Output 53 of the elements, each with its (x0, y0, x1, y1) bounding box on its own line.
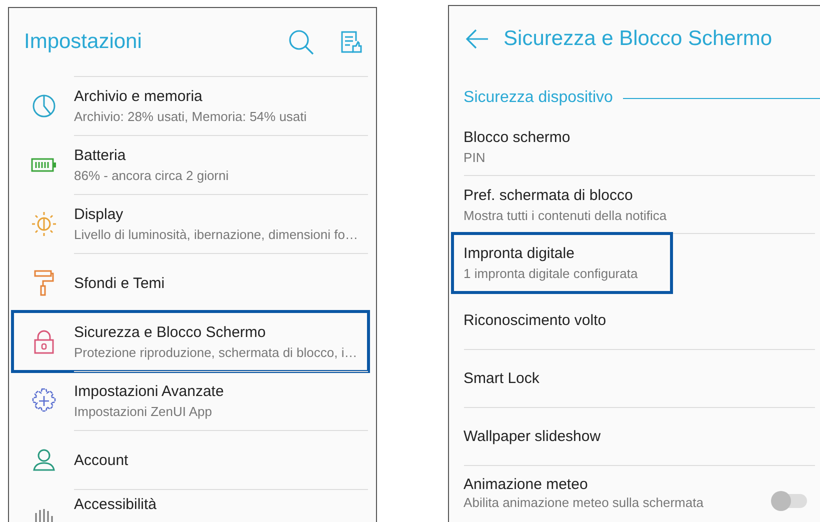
padlock-icon (32, 330, 54, 354)
settings-item[interactable]: Batteria 86% - ancora circa 2 giorni (74, 135, 368, 194)
settings-item[interactable]: Blocco schermo PIN (464, 118, 815, 176)
item-title: Sfondi e Temi (74, 274, 165, 292)
item-subtitle: Mostra tutti i contenuti della notifica (464, 208, 667, 222)
item-title: Wallpaper slideshow (464, 428, 601, 445)
item-title: Impronta digitale (464, 245, 576, 262)
settings-item[interactable]: Accessibilità (74, 489, 368, 522)
settings-item[interactable]: Riconoscimento volto (464, 292, 815, 350)
sun-icon (30, 211, 56, 237)
item-title: Archivio e memoria (74, 88, 204, 105)
item-subtitle: PIN (464, 150, 486, 164)
toggle-switch[interactable] (773, 494, 807, 508)
paint-roller-icon (34, 270, 54, 296)
settings-item[interactable]: Archivio e memoria Archivio: 28% usati, Memoria: 54% usati (74, 76, 368, 135)
settings-item[interactable]: Pref. schermata di blocco Mostra tutti i contenuti della notifica (464, 176, 815, 234)
pie-chart-icon (32, 94, 56, 118)
item-subtitle: Impostazioni ZenUI App (74, 404, 214, 419)
item-title: Pref. schermata di blocco (464, 186, 634, 204)
settings-item[interactable]: Sicurezza e Blocco Schermo Protezione riproduzione, schermata di blocco, i… (13, 312, 368, 371)
screen-title: Sicurezza e Blocco Schermo (504, 27, 773, 51)
item-subtitle: Livello di luminosità, ibernazione, dimensioni fo… (74, 227, 358, 242)
item-title: Sicurezza e Blocco Schermo (74, 324, 267, 341)
settings-item[interactable]: Sfondi e Temi (74, 253, 368, 312)
settings-item[interactable]: Smart Lock (464, 350, 815, 408)
gear-icon (30, 388, 56, 414)
settings-item[interactable]: Account (74, 430, 368, 489)
item-title: Account (74, 452, 128, 468)
settings-item[interactable]: Wallpaper slideshow (464, 408, 815, 466)
item-title: Accessibilità (74, 496, 157, 513)
person-icon (32, 449, 54, 471)
item-title: Riconoscimento volto (464, 312, 606, 329)
settings-item[interactable]: Display Livello di luminosità, ibernazione, dimensioni fo… (74, 194, 368, 253)
back-arrow-icon[interactable] (464, 29, 489, 49)
item-title: Batteria (74, 147, 127, 164)
item-title: Smart Lock (464, 370, 540, 387)
item-title: Display (74, 206, 124, 223)
item-subtitle: 86% - ancora circa 2 giorni (74, 168, 229, 183)
screen-title: Impostazioni (24, 30, 143, 54)
item-subtitle: Abilita animazione meteo sulla schermata (464, 495, 704, 510)
item-title: Animazione meteo (464, 476, 589, 493)
settings-item[interactable]: Impronta digitale 1 impronta digitale configurata (452, 234, 671, 292)
item-subtitle: 1 impronta digitale configurata (464, 266, 638, 281)
search-icon[interactable] (288, 29, 314, 55)
item-subtitle: Archivio: 28% usati, Memoria: 54% usati (74, 109, 307, 124)
section-heading: Sicurezza dispositivo (464, 89, 613, 107)
battery-icon (30, 158, 56, 172)
item-title: Blocco schermo (464, 128, 570, 146)
document-thumbs-up-icon[interactable] (340, 30, 362, 54)
item-subtitle: Protezione riproduzione, schermata di blocco, i… (74, 345, 358, 360)
settings-item[interactable]: Impostazioni Avanzate Impostazioni ZenUI App (74, 371, 368, 430)
item-title: Impostazioni Avanzate (74, 383, 224, 400)
settings-item[interactable]: Animazione meteo Abilita animazione meteo sulla schermata (464, 466, 815, 510)
